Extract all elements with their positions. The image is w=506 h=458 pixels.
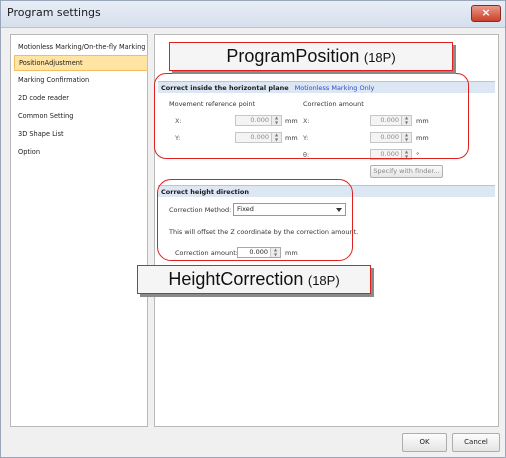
program-settings-dialog: Program settings × Motionless Marking/On… — [0, 0, 506, 458]
title-bar: Program settings × — [1, 1, 505, 28]
nav-item-3d-shape-list[interactable]: 3D Shape List — [14, 126, 148, 142]
nav-item-motionless-marking[interactable]: Motionless Marking/On-the-fly Marking — [14, 39, 148, 55]
program-position-callout: ProgramPosition (18P) — [169, 42, 453, 71]
specify-with-finder-button[interactable]: Specify with finder... — [370, 165, 443, 178]
window-title: Program settings — [7, 6, 101, 19]
height-annotation-ring — [157, 179, 353, 261]
close-button[interactable]: × — [471, 5, 501, 22]
height-correction-callout: HeightCorrection (18P) — [137, 265, 371, 294]
nav-item-option[interactable]: Option — [14, 144, 148, 160]
horizontal-annotation-ring — [154, 73, 469, 159]
settings-nav-list: Motionless Marking/On-the-fly Marking Po… — [10, 34, 148, 427]
nav-item-2d-code-reader[interactable]: 2D code reader — [14, 90, 148, 106]
height-correction-callout-title: HeightCorrection — [168, 269, 304, 289]
ok-button[interactable]: OK — [402, 433, 447, 452]
close-icon: × — [481, 6, 491, 19]
height-correction-callout-suffix: (18P) — [307, 273, 340, 288]
cancel-button[interactable]: Cancel — [452, 433, 500, 452]
program-position-callout-title: ProgramPosition — [226, 46, 360, 66]
nav-item-marking-confirmation[interactable]: Marking Confirmation — [14, 72, 148, 88]
nav-item-common-setting[interactable]: Common Setting — [14, 108, 148, 124]
nav-item-position-adjustment[interactable]: PositionAdjustment — [14, 55, 148, 71]
program-position-callout-suffix: (18P) — [363, 50, 396, 65]
